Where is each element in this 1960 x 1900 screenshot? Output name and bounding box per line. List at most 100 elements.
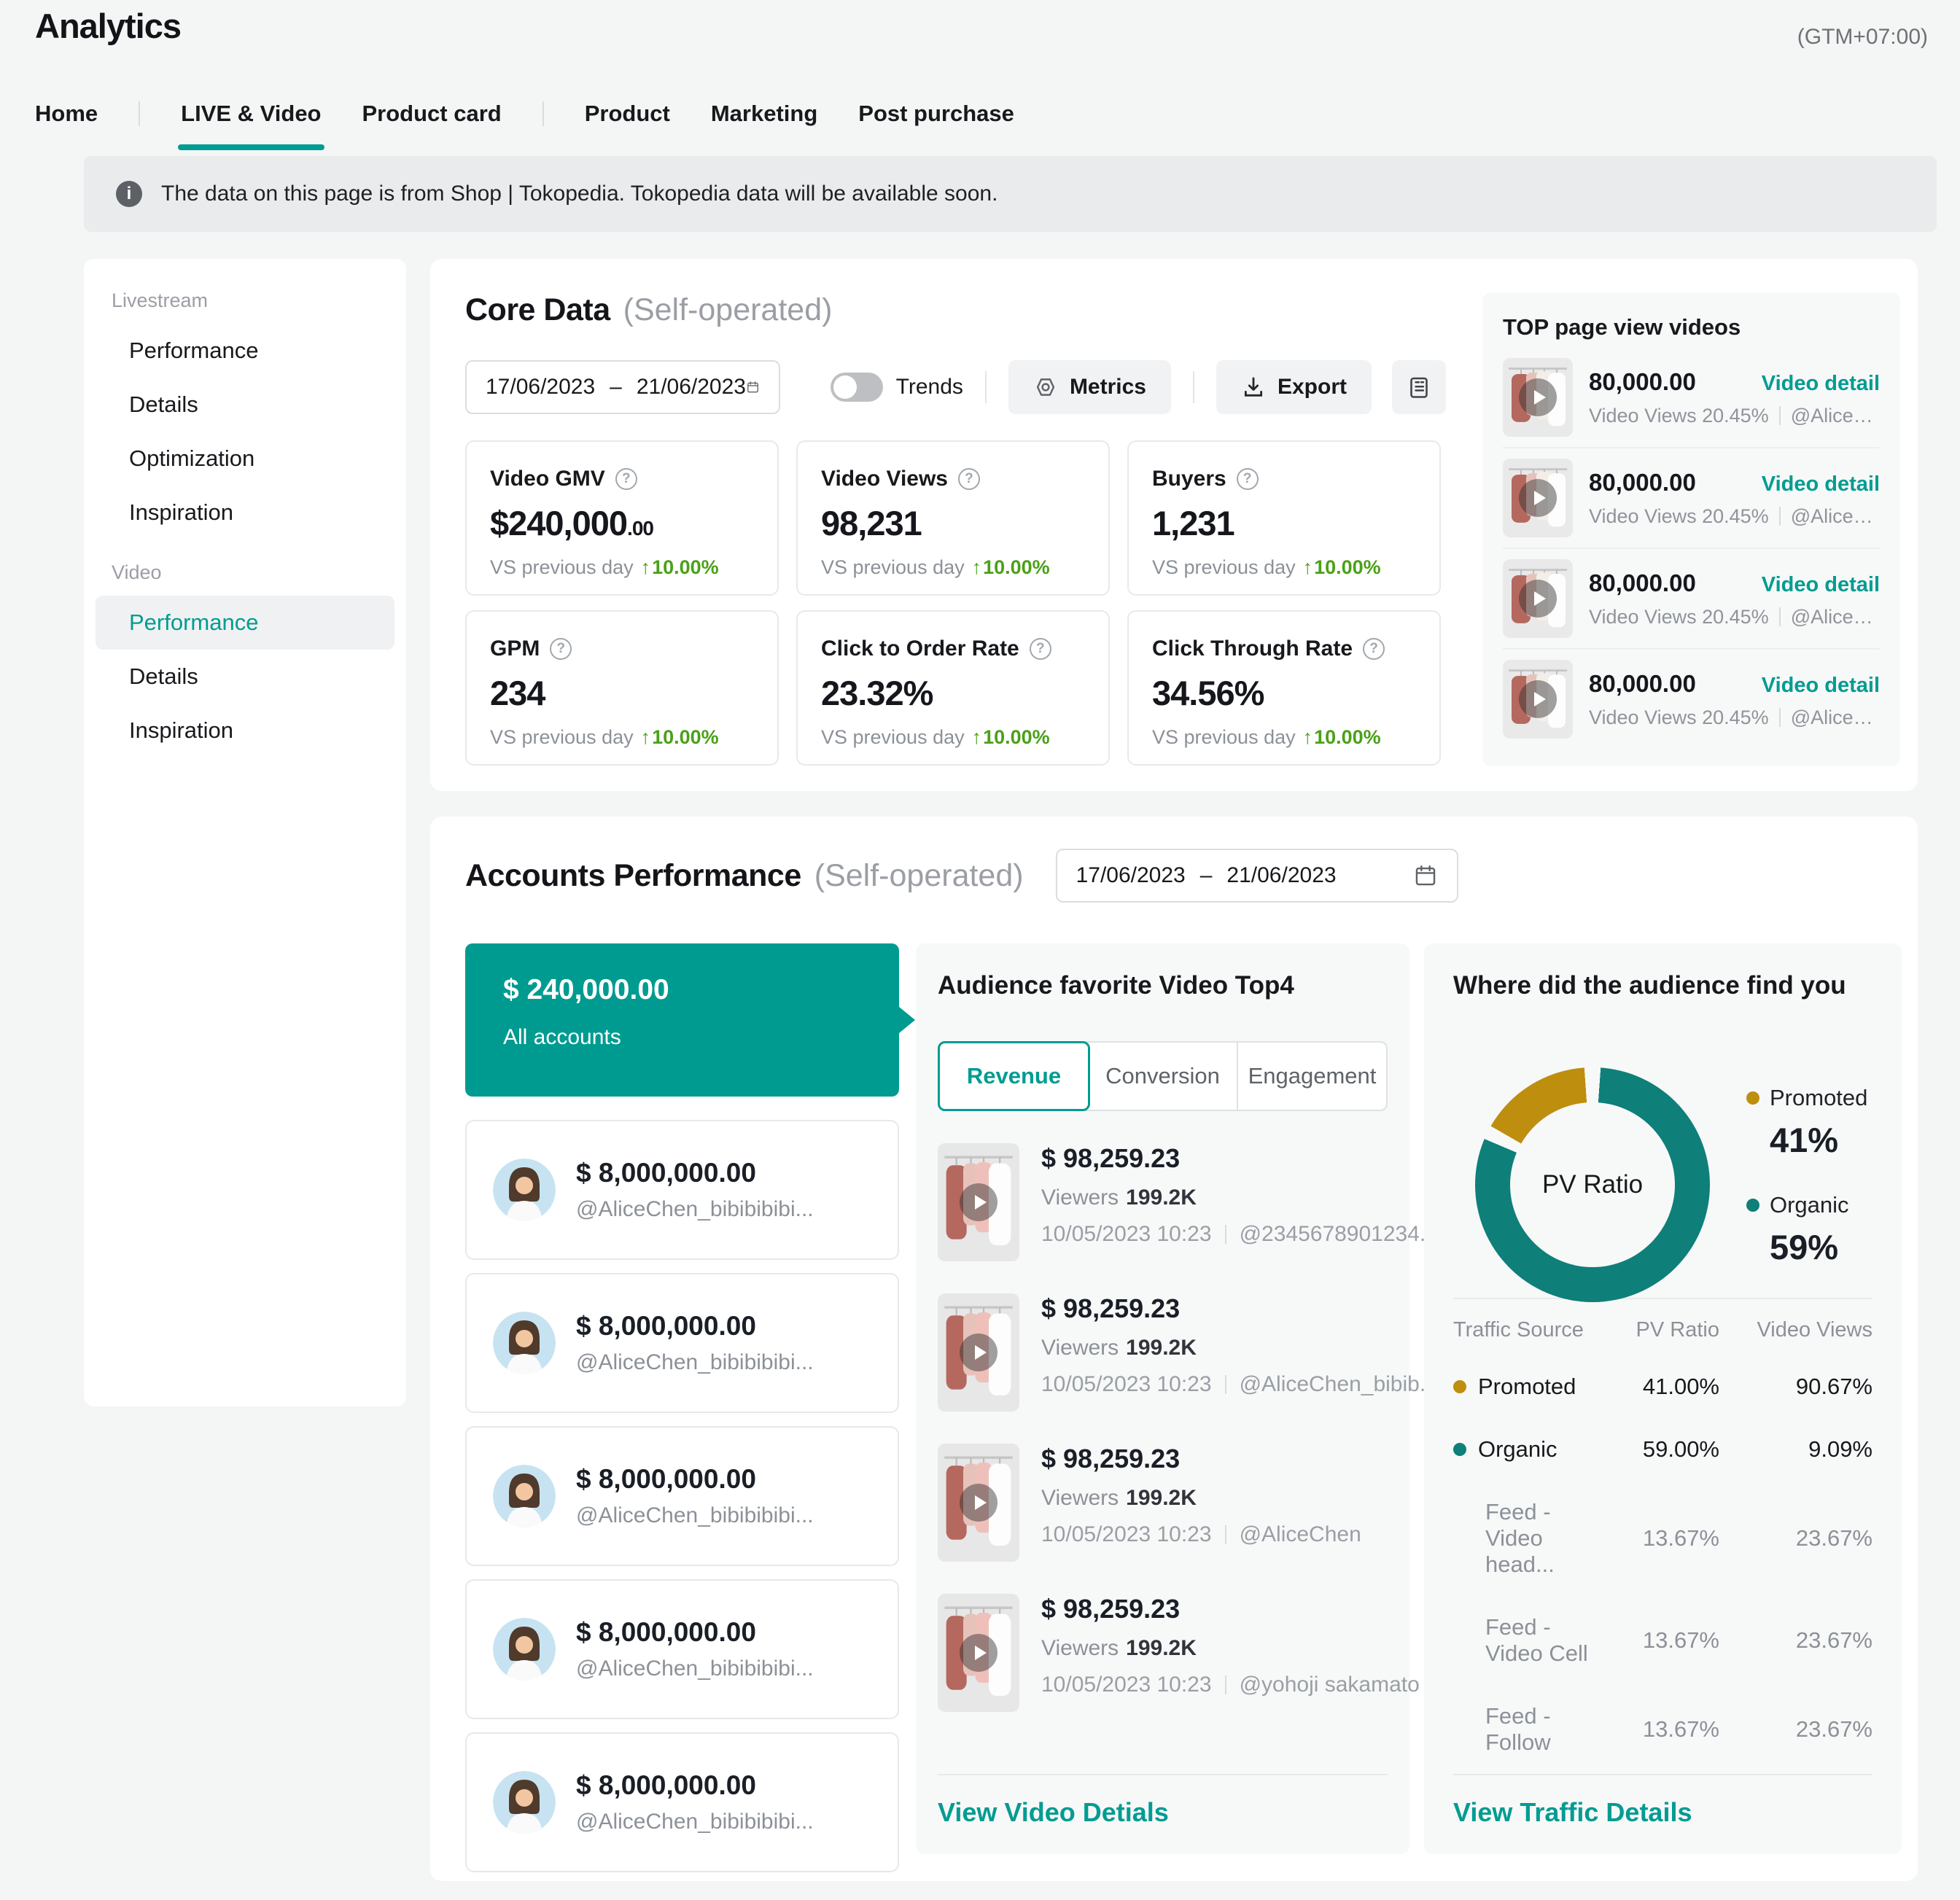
metric-card-video-views: Video Views 98,231 VS previous day 10.00…	[796, 440, 1110, 596]
video-thumbnail[interactable]	[938, 1293, 1019, 1412]
video-thumbnail[interactable]	[938, 1143, 1019, 1261]
sidebar-item-livestream-details[interactable]: Details	[96, 378, 394, 432]
view-traffic-details-link[interactable]: View Traffic Details	[1453, 1797, 1692, 1828]
export-button[interactable]: Export	[1216, 360, 1372, 414]
video-page-views: 80,000.00	[1589, 569, 1696, 597]
metrics-button[interactable]: Metrics	[1008, 360, 1171, 414]
video-detail-link[interactable]: Video detail	[1762, 573, 1880, 597]
video-date: 10/05/2023 10:23	[1041, 1222, 1212, 1247]
top-video-row: 80,000.00 Video detail Video Views 20.45…	[1503, 648, 1880, 749]
account-row[interactable]: $ 8,000,000.00 @AliceChen_bibibibibi...	[465, 1426, 899, 1566]
favorite-video-row: $ 98,259.23 Viewers199.2K 10/05/2023 10:…	[938, 1143, 1388, 1261]
text-divider	[1225, 1225, 1226, 1244]
avatar	[493, 1312, 556, 1374]
viewers-label: Viewers	[1041, 1486, 1119, 1510]
core-date-range-picker[interactable]: 17/06/2023 – 21/06/2023	[465, 360, 780, 414]
sidebar-item-livestream-performance[interactable]: Performance	[96, 324, 394, 378]
top-video-row: 80,000.00 Video detail Video Views 20.45…	[1503, 447, 1880, 548]
help-icon[interactable]	[1030, 638, 1051, 660]
metrics-icon	[1033, 375, 1058, 400]
sidebar-item-livestream-optimization[interactable]: Optimization	[96, 432, 394, 486]
metric-label: Video GMV	[490, 467, 605, 491]
text-divider	[1225, 1525, 1226, 1544]
legend-organic-value: 59%	[1770, 1227, 1867, 1267]
row-views: 23.67%	[1719, 1716, 1872, 1743]
row-views: 23.67%	[1719, 1525, 1872, 1551]
video-thumbnail[interactable]	[1503, 358, 1573, 437]
video-thumbnail[interactable]	[1503, 559, 1573, 638]
account-row[interactable]: $ 8,000,000.00 @AliceChen_bibibibibi...	[465, 1579, 899, 1719]
tab-conversion[interactable]: Conversion	[1089, 1043, 1238, 1110]
up-arrow-icon	[972, 726, 984, 749]
core-data-left: Core Data (Self-operated) 17/06/2023 – 2…	[465, 292, 1446, 766]
tab-revenue[interactable]: Revenue	[938, 1041, 1090, 1111]
video-page-views: 80,000.00	[1589, 670, 1696, 698]
accounts-date-range-picker[interactable]: 17/06/2023 – 21/06/2023	[1056, 849, 1458, 903]
tab-live-video[interactable]: LIVE & Video	[181, 101, 321, 127]
tab-post-purchase[interactable]: Post purchase	[858, 101, 1014, 127]
video-account-handle: @AliceChen	[1240, 1522, 1361, 1547]
metric-label: Click to Order Rate	[821, 636, 1019, 661]
account-row[interactable]: $ 8,000,000.00 @AliceChen_bibibibibi...	[465, 1732, 899, 1872]
view-video-details-link[interactable]: View Video Detials	[938, 1797, 1169, 1828]
video-detail-link[interactable]: Video detail	[1762, 472, 1880, 497]
table-row: Feed -Video head... 13.67% 23.67%	[1453, 1481, 1872, 1596]
metric-value: 234	[490, 674, 545, 712]
date-separator: –	[1200, 863, 1213, 888]
viewers-label: Viewers	[1041, 1185, 1119, 1210]
account-row[interactable]: $ 8,000,000.00 @AliceChen_bibibibibi...	[465, 1120, 899, 1260]
sidebar-item-livestream-inspiration[interactable]: Inspiration	[96, 486, 394, 540]
viewers-count: 199.2K	[1126, 1336, 1197, 1360]
account-handle: @AliceChen_bibibibibi...	[576, 1503, 814, 1528]
video-detail-link[interactable]: Video detail	[1762, 372, 1880, 396]
sidebar-item-video-performance[interactable]: Performance	[96, 596, 394, 650]
top-nav: Home LIVE & Video Product card Product M…	[35, 101, 1055, 127]
video-thumbnail[interactable]	[1503, 459, 1573, 537]
traffic-source-table: Traffic Source PV Ratio Video Views Prom…	[1453, 1298, 1872, 1774]
all-accounts-summary-card[interactable]: $ 240,000.00 All accounts	[465, 943, 899, 1097]
play-icon	[960, 1484, 998, 1522]
video-thumbnail[interactable]	[938, 1444, 1019, 1562]
sidebar-item-video-details[interactable]: Details	[96, 650, 394, 704]
sidebar-item-video-inspiration[interactable]: Inspiration	[96, 704, 394, 758]
tab-product[interactable]: Product	[585, 101, 670, 127]
tab-home[interactable]: Home	[35, 101, 98, 127]
date-end: 21/06/2023	[637, 375, 746, 400]
page-title: Analytics	[35, 6, 181, 46]
sidebar-group-video: Video	[112, 561, 394, 584]
metric-value: $240,000	[490, 504, 627, 542]
viewers-label: Viewers	[1041, 1336, 1119, 1360]
help-icon[interactable]	[958, 468, 980, 490]
timezone-label: (GTM+07:00)	[1797, 25, 1928, 50]
account-row[interactable]: $ 8,000,000.00 @AliceChen_bibibibibi...	[465, 1273, 899, 1413]
trends-toggle[interactable]	[831, 373, 883, 402]
video-revenue: $ 98,259.23	[1041, 1143, 1438, 1174]
account-gmv: $ 8,000,000.00	[576, 1311, 814, 1342]
help-icon[interactable]	[1237, 468, 1259, 490]
help-icon[interactable]	[550, 638, 572, 660]
up-arrow-icon	[1303, 556, 1315, 579]
calendar-icon	[746, 375, 760, 400]
top-page-view-videos-panel: TOP page view videos 80,000.00 Video det…	[1482, 292, 1900, 766]
tab-engagement[interactable]: Engagement	[1238, 1043, 1386, 1110]
help-icon[interactable]	[1363, 638, 1385, 660]
video-page-views: 80,000.00	[1589, 368, 1696, 396]
video-detail-link[interactable]: Video detail	[1762, 674, 1880, 698]
help-icon[interactable]	[615, 468, 637, 490]
account-handle: @AliceChen_bibibibibi...	[576, 1197, 814, 1222]
account-handle: @AliceChen_bibibibibi...	[576, 1350, 814, 1375]
video-revenue: $ 98,259.23	[1041, 1293, 1438, 1324]
account-gmv: $ 8,000,000.00	[576, 1770, 814, 1801]
report-list-button[interactable]	[1392, 360, 1446, 414]
video-thumbnail[interactable]	[1503, 660, 1573, 739]
trends-toggle-label: Trends	[896, 375, 963, 400]
tab-product-card[interactable]: Product card	[362, 101, 502, 127]
video-thumbnail[interactable]	[938, 1594, 1019, 1712]
row-name: Promoted	[1478, 1374, 1576, 1400]
controls-divider	[1193, 371, 1194, 403]
tab-marketing[interactable]: Marketing	[711, 101, 817, 127]
calendar-icon	[1413, 863, 1438, 888]
video-views-pct: Video Views 20.45%	[1589, 405, 1769, 427]
divider	[1453, 1774, 1872, 1775]
video-account-handle: @yohoji sakamato	[1240, 1673, 1420, 1697]
